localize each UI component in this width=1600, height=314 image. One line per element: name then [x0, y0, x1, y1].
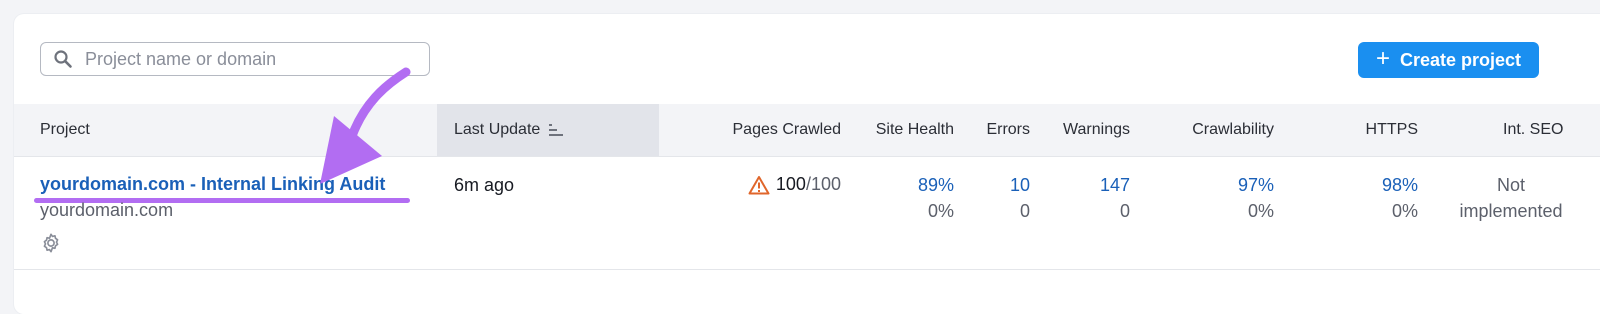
site-health-change: 0% — [927, 201, 954, 221]
column-header-crawlability[interactable]: Crawlability — [1192, 104, 1274, 156]
int-seo-line1: Not — [1496, 175, 1525, 195]
project-domain: yourdomain.com — [40, 200, 174, 220]
search-box[interactable] — [40, 42, 430, 76]
column-label-last-update: Last Update — [454, 121, 541, 138]
create-project-button[interactable]: + Create project — [1358, 42, 1539, 78]
project-title-link[interactable]: yourdomain.com - Internal Linking Audit — [40, 174, 385, 195]
pages-crawled-value: 100 — [775, 174, 806, 194]
column-header-warnings[interactable]: Warnings — [1063, 104, 1130, 156]
search-input[interactable] — [83, 47, 387, 71]
column-label-crawlability: Crawlability — [1192, 121, 1274, 138]
warning-triangle-icon — [748, 175, 770, 195]
column-header-pages-crawled[interactable]: Pages Crawled — [733, 104, 842, 156]
column-label-project: Project — [40, 121, 90, 138]
pages-crawled-limit: /100 — [805, 174, 841, 194]
last-update-value: 6m ago — [454, 175, 515, 195]
warnings-value[interactable]: 147 — [1100, 175, 1130, 196]
column-header-site-health[interactable]: Site Health — [876, 104, 954, 156]
pages-crawled-cell: 100 /100 — [748, 174, 841, 195]
crawlability-value[interactable]: 97% — [1238, 175, 1274, 196]
projects-card: + Create project Project Last Update Pag… — [14, 14, 1600, 314]
column-header-https[interactable]: HTTPS — [1366, 104, 1418, 156]
warnings-change: 0 — [1119, 201, 1130, 221]
sort-descending-icon[interactable] — [548, 123, 564, 137]
column-label-errors: Errors — [986, 121, 1030, 138]
errors-change: 0 — [1019, 201, 1030, 221]
https-value[interactable]: 98% — [1382, 175, 1418, 196]
plus-icon: + — [1375, 45, 1390, 72]
gear-icon[interactable] — [40, 232, 62, 254]
int-seo-line2: implemented — [1459, 201, 1563, 221]
table-header: Project Last Update Pages Crawled Site H… — [14, 104, 1600, 157]
column-header-last-update[interactable]: Last Update — [437, 104, 659, 156]
column-label-site-health: Site Health — [875, 121, 954, 138]
column-label-int-seo: Int. SEO — [1503, 121, 1564, 138]
create-project-label: Create project — [1399, 49, 1522, 70]
errors-value[interactable]: 10 — [1010, 175, 1030, 196]
column-label-warnings: Warnings — [1063, 121, 1130, 138]
column-label-pages-crawled: Pages Crawled — [732, 121, 842, 138]
site-health-value[interactable]: 89% — [918, 175, 954, 196]
column-header-project[interactable]: Project — [40, 104, 90, 156]
https-change: 0% — [1391, 201, 1418, 221]
column-header-errors[interactable]: Errors — [986, 104, 1030, 156]
crawlability-change: 0% — [1247, 201, 1274, 221]
column-header-int-seo[interactable]: Int. SEO — [1503, 104, 1563, 156]
search-icon — [53, 49, 73, 69]
column-label-https: HTTPS — [1365, 121, 1418, 138]
